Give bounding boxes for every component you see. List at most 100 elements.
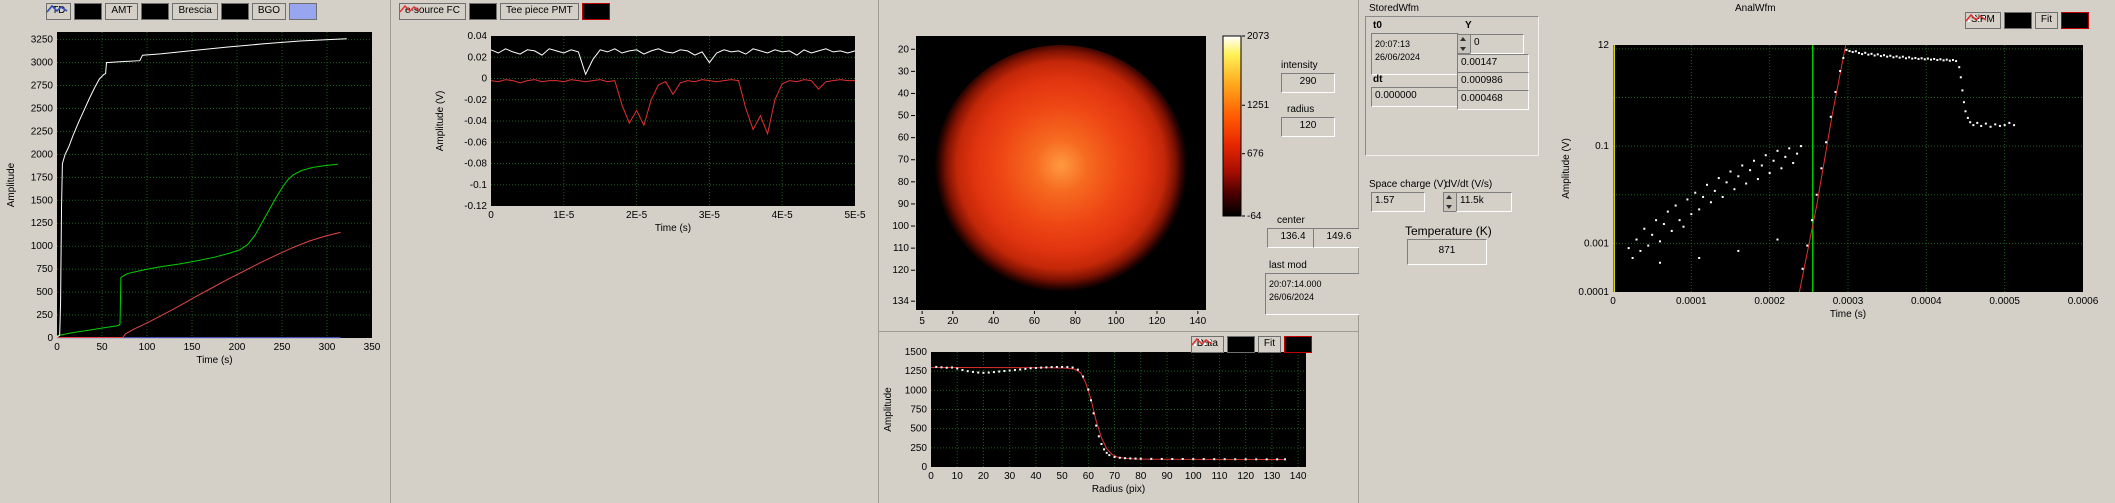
svg-text:500: 500: [36, 287, 53, 298]
svg-text:100: 100: [139, 342, 156, 353]
analysis-panel: StoredWfm t0 20:07:13 26/06/2024 dt 0.00…: [1359, 0, 2115, 503]
increment-arrow-icon[interactable]: [1444, 193, 1456, 202]
svg-text:3250: 3250: [31, 35, 54, 46]
legend-item-brescia[interactable]: Brescia: [172, 3, 218, 20]
svg-text:134: 134: [892, 296, 909, 307]
dvdt-spinner[interactable]: [1443, 192, 1457, 212]
svg-text:5: 5: [919, 316, 925, 327]
legend-item-bgo[interactable]: BGO: [251, 3, 287, 20]
svg-text:10: 10: [952, 471, 964, 482]
dt-label: dt: [1373, 74, 1383, 85]
decrement-arrow-icon[interactable]: [1444, 202, 1456, 211]
svg-text:130: 130: [1264, 471, 1281, 482]
analwfm-graph[interactable]: 0 0.0001 0.0002 0.0003 0.0004 0.0005 0.0006120…: [1559, 26, 2115, 330]
svg-text:Time (s): Time (s): [1830, 309, 1866, 320]
y-array-label: Y: [1465, 20, 1472, 31]
svg-text:40: 40: [898, 88, 910, 99]
svg-text:120: 120: [1149, 316, 1166, 327]
temperature-label: Temperature (K): [1405, 224, 1492, 238]
increment-arrow-icon[interactable]: [1458, 35, 1470, 44]
svg-text:100: 100: [1108, 316, 1125, 327]
svg-text:2250: 2250: [31, 126, 54, 137]
y-index-spinner[interactable]: [1457, 34, 1471, 54]
svg-text:250: 250: [910, 443, 927, 454]
sipm-plot-icon[interactable]: [1967, 12, 2032, 29]
svg-text:80: 80: [1135, 471, 1147, 482]
radius-value: 120: [1281, 117, 1335, 137]
svg-text:2073: 2073: [1247, 31, 1270, 42]
svg-text:0.001: 0.001: [1584, 238, 1609, 249]
svg-text:70: 70: [898, 155, 910, 166]
svg-text:2000: 2000: [31, 149, 54, 160]
bgo-plot-icon[interactable]: [46, 3, 318, 20]
td-plot-icon[interactable]: [46, 3, 103, 20]
svg-text:0.0004: 0.0004: [1911, 296, 1942, 307]
svg-text:Time (s): Time (s): [196, 355, 232, 366]
pmt-graph[interactable]: 0 1E-5 2E-5 3E-5 4E-5 5E-5 0.04 0.02 0 -0.02 -0.04…: [391, 0, 878, 250]
intensity-value: 290: [1281, 73, 1335, 93]
svg-text:60: 60: [1029, 316, 1041, 327]
profile-graph[interactable]: 0 10 20 30 40 50 60 70 80 90 100 110 120 130 140 0 250 50…: [879, 332, 1358, 503]
svg-text:100: 100: [892, 221, 909, 232]
svg-text:0: 0: [54, 342, 60, 353]
storedwfm-title: StoredWfm: [1369, 3, 1420, 14]
profile-plot-legend: Data Fit: [1190, 336, 1312, 353]
svg-text:80: 80: [1070, 316, 1082, 327]
legend-item-tee-piece-pmt[interactable]: Tee piece PMT: [500, 3, 579, 20]
svg-text:150: 150: [184, 342, 201, 353]
svg-text:110: 110: [893, 243, 909, 254]
legend-item-fit[interactable]: Fit: [1257, 336, 1281, 353]
svg-text:100: 100: [1185, 471, 1202, 482]
brescia-plot-icon[interactable]: [46, 3, 249, 20]
fit-plot-icon[interactable]: [1191, 336, 1312, 353]
svg-text:40: 40: [988, 316, 1000, 327]
labview-front-panel: TD AMT Brescia BGO 0 50 100 150 200 250 300 350 0 25…: [0, 0, 2115, 503]
scalers-graph[interactable]: 0 50 100 150 200 250 300 350 0 250 500 750 1000 1250 1…: [0, 14, 390, 399]
svg-text:3000: 3000: [31, 58, 54, 69]
amt-plot-icon[interactable]: [46, 3, 170, 20]
svg-text:3E-5: 3E-5: [699, 210, 721, 221]
pmt-plot-legend: e-source FC Tee piece PMT: [399, 3, 610, 20]
legend-item-fit[interactable]: Fit: [2034, 12, 2058, 29]
data-plot-icon[interactable]: [1193, 336, 1255, 353]
svg-text:Amplitude: Amplitude: [6, 162, 17, 207]
svg-text:200: 200: [229, 342, 246, 353]
dvdt-label: dV/dt (V/s): [1445, 179, 1493, 190]
dvdt-value[interactable]: 11.5k: [1456, 192, 1512, 212]
fit-plot-icon[interactable]: [1965, 12, 2089, 29]
svg-text:-0.1: -0.1: [470, 180, 488, 191]
svg-text:Amplitude: Amplitude: [883, 387, 894, 432]
lastmod-value: 20:07:14.000 26/06/2024: [1265, 273, 1365, 315]
svg-text:80: 80: [898, 177, 910, 188]
svg-text:Radius (pix): Radius (pix): [1092, 484, 1145, 495]
svg-text:-0.08: -0.08: [464, 159, 487, 170]
svg-text:-0.04: -0.04: [464, 116, 487, 127]
svg-text:1750: 1750: [31, 172, 54, 183]
decrement-arrow-icon[interactable]: [1458, 44, 1470, 53]
svg-text:70: 70: [1109, 471, 1121, 482]
intensity-panel: 5 20 40 60 80 100 120 140 20 30 40 50 60 70 80 90 100 110…: [879, 0, 1365, 503]
svg-text:0.02: 0.02: [468, 52, 488, 63]
svg-text:0: 0: [488, 210, 494, 221]
y-index-value[interactable]: 0: [1470, 34, 1524, 54]
svg-text:-0.06: -0.06: [464, 137, 487, 148]
svg-text:60: 60: [1083, 471, 1095, 482]
svg-text:350: 350: [364, 342, 381, 353]
center-x-value: 136.4: [1267, 228, 1319, 248]
svg-text:40: 40: [1030, 471, 1042, 482]
lastmod-time: 20:07:14.000: [1269, 279, 1322, 289]
svg-text:4E-5: 4E-5: [772, 210, 794, 221]
analwfm-title: AnalWfm: [1735, 3, 1776, 14]
svg-text:1250: 1250: [31, 218, 54, 229]
legend-item-amt[interactable]: AMT: [105, 3, 139, 20]
svg-text:30: 30: [898, 66, 910, 77]
svg-text:0: 0: [1610, 296, 1616, 307]
svg-text:50: 50: [96, 342, 108, 353]
y-array-element-0: 0.00147: [1457, 54, 1529, 74]
svg-text:500: 500: [910, 424, 927, 435]
t0-date: 26/06/2024: [1375, 52, 1421, 62]
radius-label: radius: [1287, 104, 1315, 115]
e-source-fc-plot-icon[interactable]: [399, 3, 498, 20]
tee-piece-pmt-plot-icon[interactable]: [399, 3, 610, 20]
svg-text:750: 750: [36, 264, 53, 275]
